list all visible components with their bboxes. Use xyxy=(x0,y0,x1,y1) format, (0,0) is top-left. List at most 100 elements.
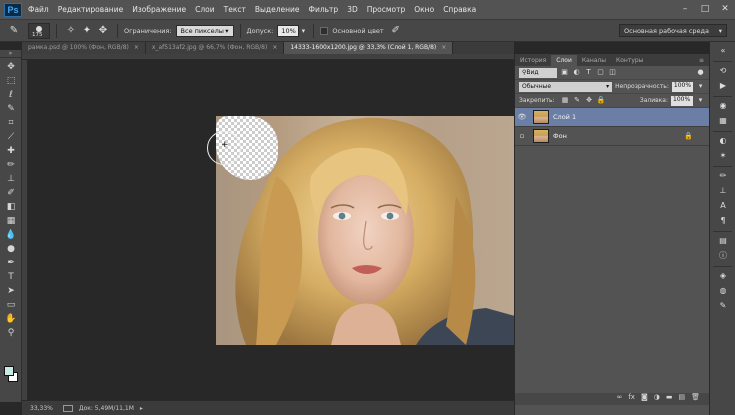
layer-kind-select[interactable]: ⚲ Вид xyxy=(519,67,557,78)
limit-select[interactable]: Все пикселы ▾ xyxy=(175,24,234,37)
fill-input[interactable]: 100% xyxy=(671,95,693,106)
adjustment-filter-icon[interactable]: ◐ xyxy=(572,68,581,77)
menu-select[interactable]: Выделение xyxy=(255,5,300,14)
lock-pixels-icon[interactable]: ✎ xyxy=(573,96,582,105)
sampling-continuous-icon[interactable]: ✧ xyxy=(63,24,79,38)
zoom-level[interactable]: 33,33% xyxy=(30,405,53,412)
eyedropper-tool-icon[interactable]: ⟋ xyxy=(3,130,19,144)
paths-icon[interactable]: ✎ xyxy=(717,300,729,312)
smart-object-filter-icon[interactable]: ◫ xyxy=(608,68,617,77)
layer-row-background[interactable]: ▫ Фон 🔒 xyxy=(515,127,709,146)
layer-row-layer1[interactable]: 👁 Слой 1 xyxy=(515,108,709,127)
lock-all-icon[interactable]: 🔒 xyxy=(597,96,606,105)
brush-icon[interactable]: ✏ xyxy=(717,170,729,182)
export-icon[interactable] xyxy=(62,404,73,412)
eraser-tool-icon[interactable]: ◧ xyxy=(3,200,19,214)
move-tool-icon[interactable]: ✥ xyxy=(3,60,19,74)
marquee-tool-icon[interactable]: ⬚ xyxy=(3,74,19,88)
sampling-background-icon[interactable]: ✥ xyxy=(95,24,111,38)
trash-icon[interactable]: 🗑 xyxy=(691,393,700,405)
tab-paths[interactable]: Контуры xyxy=(611,57,648,66)
actions-icon[interactable]: ▶ xyxy=(717,80,729,92)
background-eraser-tool-icon[interactable]: ✎ xyxy=(6,24,22,38)
brush-tool-icon[interactable]: ✏ xyxy=(3,158,19,172)
layer-style-icon[interactable]: fx xyxy=(628,393,635,405)
close-icon[interactable]: × xyxy=(272,44,277,51)
tab-history[interactable]: История xyxy=(515,57,551,66)
maximize-icon[interactable]: □ xyxy=(699,3,711,15)
menu-type[interactable]: Текст xyxy=(224,5,246,14)
menu-3d[interactable]: 3D xyxy=(347,5,358,14)
clone-stamp-tool-icon[interactable]: ⊥ xyxy=(3,172,19,186)
healing-tool-icon[interactable]: ✚ xyxy=(3,144,19,158)
collapse-icon[interactable]: » xyxy=(0,50,21,58)
blur-tool-icon[interactable]: 💧 xyxy=(3,228,19,242)
swatches-icon[interactable]: ▦ xyxy=(717,115,729,127)
paragraph-icon[interactable]: ¶ xyxy=(717,215,729,227)
pixel-filter-icon[interactable]: ▣ xyxy=(560,68,569,77)
pressure-size-icon[interactable]: ✐ xyxy=(388,24,404,38)
menu-view[interactable]: Просмотр xyxy=(367,5,406,14)
tab-channels[interactable]: Каналы xyxy=(577,57,611,66)
close-icon[interactable]: × xyxy=(441,44,446,51)
layers-icon[interactable]: ◈ xyxy=(717,270,729,282)
chevron-down-icon[interactable]: ▾ xyxy=(696,82,705,91)
channels-icon[interactable]: ◍ xyxy=(717,285,729,297)
filter-toggle-icon[interactable]: ● xyxy=(696,68,705,77)
hand-tool-icon[interactable]: ✋ xyxy=(3,312,19,326)
path-select-tool-icon[interactable]: ➤ xyxy=(3,284,19,298)
doc-tab-active[interactable]: 14333-1600x1200.jpg @ 33,3% (Слой 1, RGB… xyxy=(284,42,454,54)
gradient-tool-icon[interactable]: ▦ xyxy=(3,214,19,228)
adjustment-layer-icon[interactable]: ◑ xyxy=(654,393,660,405)
menu-layers[interactable]: Слои xyxy=(195,5,215,14)
workspace-select[interactable]: Основная рабочая среда ▾ xyxy=(619,24,727,37)
menu-help[interactable]: Справка xyxy=(443,5,476,14)
tab-layers[interactable]: Слои xyxy=(551,55,577,66)
close-icon[interactable]: ✕ xyxy=(719,3,731,15)
chevron-down-icon[interactable]: ▾ xyxy=(696,96,705,105)
panel-menu-icon[interactable]: ≡ xyxy=(694,57,709,66)
history-icon[interactable]: ⟲ xyxy=(717,65,729,77)
menu-edit[interactable]: Редактирование xyxy=(58,5,123,14)
blend-mode-select[interactable]: Обычные ▾ xyxy=(519,81,613,92)
styles-icon[interactable]: ✶ xyxy=(717,150,729,162)
document-size[interactable]: Док: 5,49M/11,1M xyxy=(79,405,134,412)
shape-filter-icon[interactable]: ▢ xyxy=(596,68,605,77)
new-layer-icon[interactable]: ▤ xyxy=(678,393,685,405)
eye-icon[interactable]: 👁 xyxy=(515,113,529,121)
zoom-tool-icon[interactable]: ⚲ xyxy=(3,326,19,340)
lasso-tool-icon[interactable]: ℓ xyxy=(3,88,19,102)
opacity-input[interactable]: 100% xyxy=(671,81,694,92)
sampling-once-icon[interactable]: ✦ xyxy=(79,24,95,38)
protect-foreground-checkbox[interactable] xyxy=(320,26,329,35)
clone-source-icon[interactable]: ⊥ xyxy=(717,185,729,197)
info-icon[interactable]: ⓘ xyxy=(717,250,729,262)
menu-image[interactable]: Изображение xyxy=(132,5,186,14)
character-icon[interactable]: A xyxy=(717,200,729,212)
foreground-color-swatch[interactable] xyxy=(4,366,14,376)
dodge-tool-icon[interactable]: ● xyxy=(3,242,19,256)
collapse-icon[interactable]: « xyxy=(717,45,729,57)
brush-preset-picker[interactable]: 175 xyxy=(28,22,50,39)
visibility-toggle-icon[interactable]: ▫ xyxy=(515,132,529,140)
type-filter-icon[interactable]: T xyxy=(584,68,593,77)
chevron-right-icon[interactable]: ▸ xyxy=(140,405,143,412)
menu-filter[interactable]: Фильтр xyxy=(309,5,339,14)
minimize-icon[interactable]: – xyxy=(679,3,691,15)
history-brush-tool-icon[interactable]: ✐ xyxy=(3,186,19,200)
doc-tab-frame[interactable]: рамка.psd @ 100% (Фон, RGB/8) × xyxy=(22,42,146,54)
type-tool-icon[interactable]: T xyxy=(3,270,19,284)
pen-tool-icon[interactable]: ✒ xyxy=(3,256,19,270)
doc-tab-second[interactable]: x_af513af2.jpg @ 66,7% (Фон, RGB/8) × xyxy=(145,42,285,54)
crop-tool-icon[interactable]: ⌗ xyxy=(3,116,19,130)
adjustments-icon[interactable]: ◐ xyxy=(717,135,729,147)
chevron-down-icon[interactable]: ▾ xyxy=(299,24,307,38)
tolerance-input[interactable]: 10% xyxy=(277,24,300,37)
link-layers-icon[interactable]: ∞ xyxy=(617,393,623,405)
quick-select-tool-icon[interactable]: ✎ xyxy=(3,102,19,116)
color-icon[interactable]: ◉ xyxy=(717,100,729,112)
menu-window[interactable]: Окно xyxy=(414,5,434,14)
new-group-icon[interactable]: ▬ xyxy=(666,393,673,405)
lock-transparent-icon[interactable]: ▦ xyxy=(561,96,570,105)
add-mask-icon[interactable]: ◙ xyxy=(641,393,648,405)
